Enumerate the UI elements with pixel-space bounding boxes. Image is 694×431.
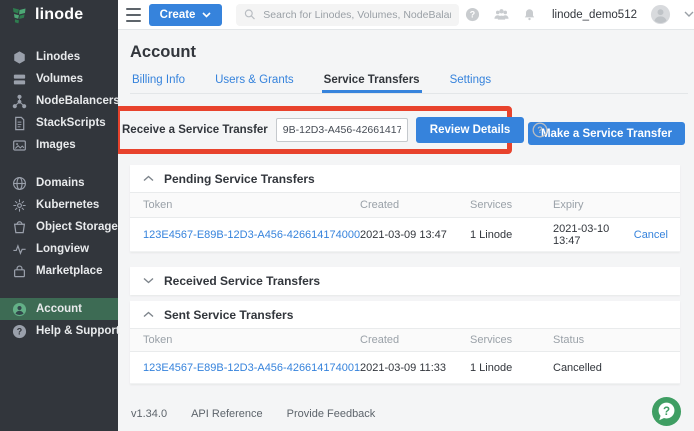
pending-transfers-card: Pending Service Transfers Token Created … (130, 165, 680, 252)
app-window: linode Create ? (0, 0, 694, 431)
api-reference-link[interactable]: API Reference (191, 408, 263, 420)
user-menu-chevron-icon[interactable] (684, 11, 694, 18)
sidebar-item-marketplace[interactable]: Marketplace (0, 260, 118, 282)
sidebar-item-object-storage[interactable]: Object Storage (0, 216, 118, 238)
version-label: v1.34.0 (131, 408, 167, 420)
help-chat-bubble-icon[interactable]: ? (651, 396, 682, 427)
logo-wordmark: linode (35, 6, 83, 24)
account-icon (12, 302, 27, 317)
sent-status-cell: Cancelled (553, 362, 618, 374)
col-expiry: Expiry (553, 199, 618, 211)
sidebar-item-domains[interactable]: Domains (0, 172, 118, 194)
menu-hamburger-icon[interactable] (126, 8, 141, 22)
tab-billing-info[interactable]: Billing Info (130, 71, 187, 93)
page-title: Account (130, 43, 196, 62)
sent-services-cell: 1 Linode (470, 362, 553, 374)
col-services: Services (470, 199, 553, 211)
sidebar-item-nodebalancers[interactable]: NodeBalancers (0, 90, 118, 112)
sidebar-group-compute: Linodes Volumes NodeBalancers (0, 46, 118, 156)
tab-service-transfers[interactable]: Service Transfers (322, 71, 422, 93)
account-tabs: Billing Info Users & Grants Service Tran… (130, 71, 688, 94)
sent-table-header: Token Created Services Status (130, 328, 680, 352)
svg-text:?: ? (17, 326, 22, 336)
pending-table-row: 123E4567-E89B-12D3-A456-426614174000 202… (130, 218, 680, 252)
linodes-icon (12, 50, 27, 65)
create-button-label: Create (160, 9, 196, 21)
avatar[interactable] (650, 4, 671, 25)
domains-icon (12, 176, 27, 191)
community-icon[interactable] (493, 7, 510, 22)
sidebar-item-help-support[interactable]: ? Help & Support (0, 320, 118, 342)
sidebar-item-kubernetes[interactable]: Kubernetes (0, 194, 118, 216)
svg-text:?: ? (470, 10, 475, 20)
sidebar-item-stackscripts[interactable]: StackScripts (0, 112, 118, 134)
pending-section-header[interactable]: Pending Service Transfers (130, 165, 680, 192)
col-token: Token (130, 199, 360, 211)
pending-table-header: Token Created Services Expiry (130, 192, 680, 218)
received-transfers-card: Received Service Transfers (130, 267, 680, 295)
sidebar-item-account[interactable]: Account (0, 298, 118, 320)
volumes-icon (12, 72, 27, 87)
sidebar-item-linodes[interactable]: Linodes (0, 46, 118, 68)
search-icon (244, 8, 256, 21)
pending-services-cell: 1 Linode (470, 229, 553, 241)
nodebalancers-icon (12, 94, 27, 109)
sidebar-group-account: Account ? Help & Support (0, 298, 118, 342)
longview-icon (12, 242, 27, 257)
expand-chevron-down-icon (143, 277, 154, 284)
sent-created-cell: 2021-03-09 11:33 (360, 362, 470, 374)
sidebar-item-volumes[interactable]: Volumes (0, 68, 118, 90)
collapse-chevron-up-icon (143, 311, 154, 318)
stackscripts-icon (12, 116, 27, 131)
receive-transfer-label: Receive a Service Transfer (122, 124, 268, 136)
tab-settings[interactable]: Settings (448, 71, 494, 93)
object-storage-icon (12, 220, 27, 235)
received-section-header[interactable]: Received Service Transfers (130, 267, 680, 294)
col-token: Token (130, 334, 360, 346)
receive-help-icon[interactable]: ? (532, 122, 548, 138)
receive-transfer-row: Receive a Service Transfer Review Detail… (122, 115, 548, 145)
sidebar: Linodes Volumes NodeBalancers (0, 30, 118, 431)
create-button[interactable]: Create (149, 4, 223, 26)
review-details-button[interactable]: Review Details (416, 117, 525, 143)
search-input[interactable] (263, 9, 451, 21)
svg-text:?: ? (663, 405, 670, 418)
pending-token-link[interactable]: 123E4567-E89B-12D3-A456-426614174000 (143, 229, 360, 241)
sent-transfers-card: Sent Service Transfers Token Created Ser… (130, 301, 680, 384)
sidebar-item-longview[interactable]: Longview (0, 238, 118, 260)
help-icon[interactable]: ? (465, 7, 480, 22)
notifications-bell-icon[interactable] (523, 7, 536, 22)
main-content: Account Billing Info Users & Grants Serv… (118, 30, 694, 431)
pending-created-cell: 2021-03-09 13:47 (360, 229, 470, 241)
topbar: linode Create ? (0, 0, 694, 30)
col-created: Created (360, 334, 470, 346)
col-status: Status (553, 334, 618, 346)
transfer-token-input[interactable] (276, 118, 408, 142)
make-service-transfer-button[interactable]: Make a Service Transfer (528, 122, 685, 145)
footer: v1.34.0 API Reference Provide Feedback (131, 408, 375, 420)
sent-token-link[interactable]: 123E4567-E89B-12D3-A456-426614174001 (143, 362, 360, 374)
chevron-down-icon (202, 12, 211, 18)
topbar-right: ? linode_demo512 (465, 4, 694, 25)
sidebar-item-images[interactable]: Images (0, 134, 118, 156)
col-created: Created (360, 199, 470, 211)
images-icon (12, 138, 27, 153)
collapse-chevron-up-icon (143, 175, 154, 182)
cancel-transfer-link[interactable]: Cancel (634, 229, 668, 241)
sent-table-row: 123E4567-E89B-12D3-A456-426614174001 202… (130, 352, 680, 384)
provide-feedback-link[interactable]: Provide Feedback (287, 408, 376, 420)
global-search[interactable] (236, 4, 459, 26)
col-services: Services (470, 334, 553, 346)
sidebar-group-services: Domains Kubernetes Object Storage Longvi… (0, 172, 118, 282)
linode-logo[interactable]: linode (0, 0, 118, 30)
marketplace-icon (12, 264, 27, 279)
help-support-icon: ? (12, 324, 27, 339)
kubernetes-icon (12, 198, 27, 213)
username-label[interactable]: linode_demo512 (552, 9, 637, 21)
linode-logo-icon (12, 6, 28, 24)
tab-users-grants[interactable]: Users & Grants (213, 71, 296, 93)
svg-text:?: ? (538, 125, 544, 135)
sent-section-header[interactable]: Sent Service Transfers (130, 301, 680, 328)
pending-expiry-cell: 2021-03-10 13:47 (553, 223, 618, 247)
